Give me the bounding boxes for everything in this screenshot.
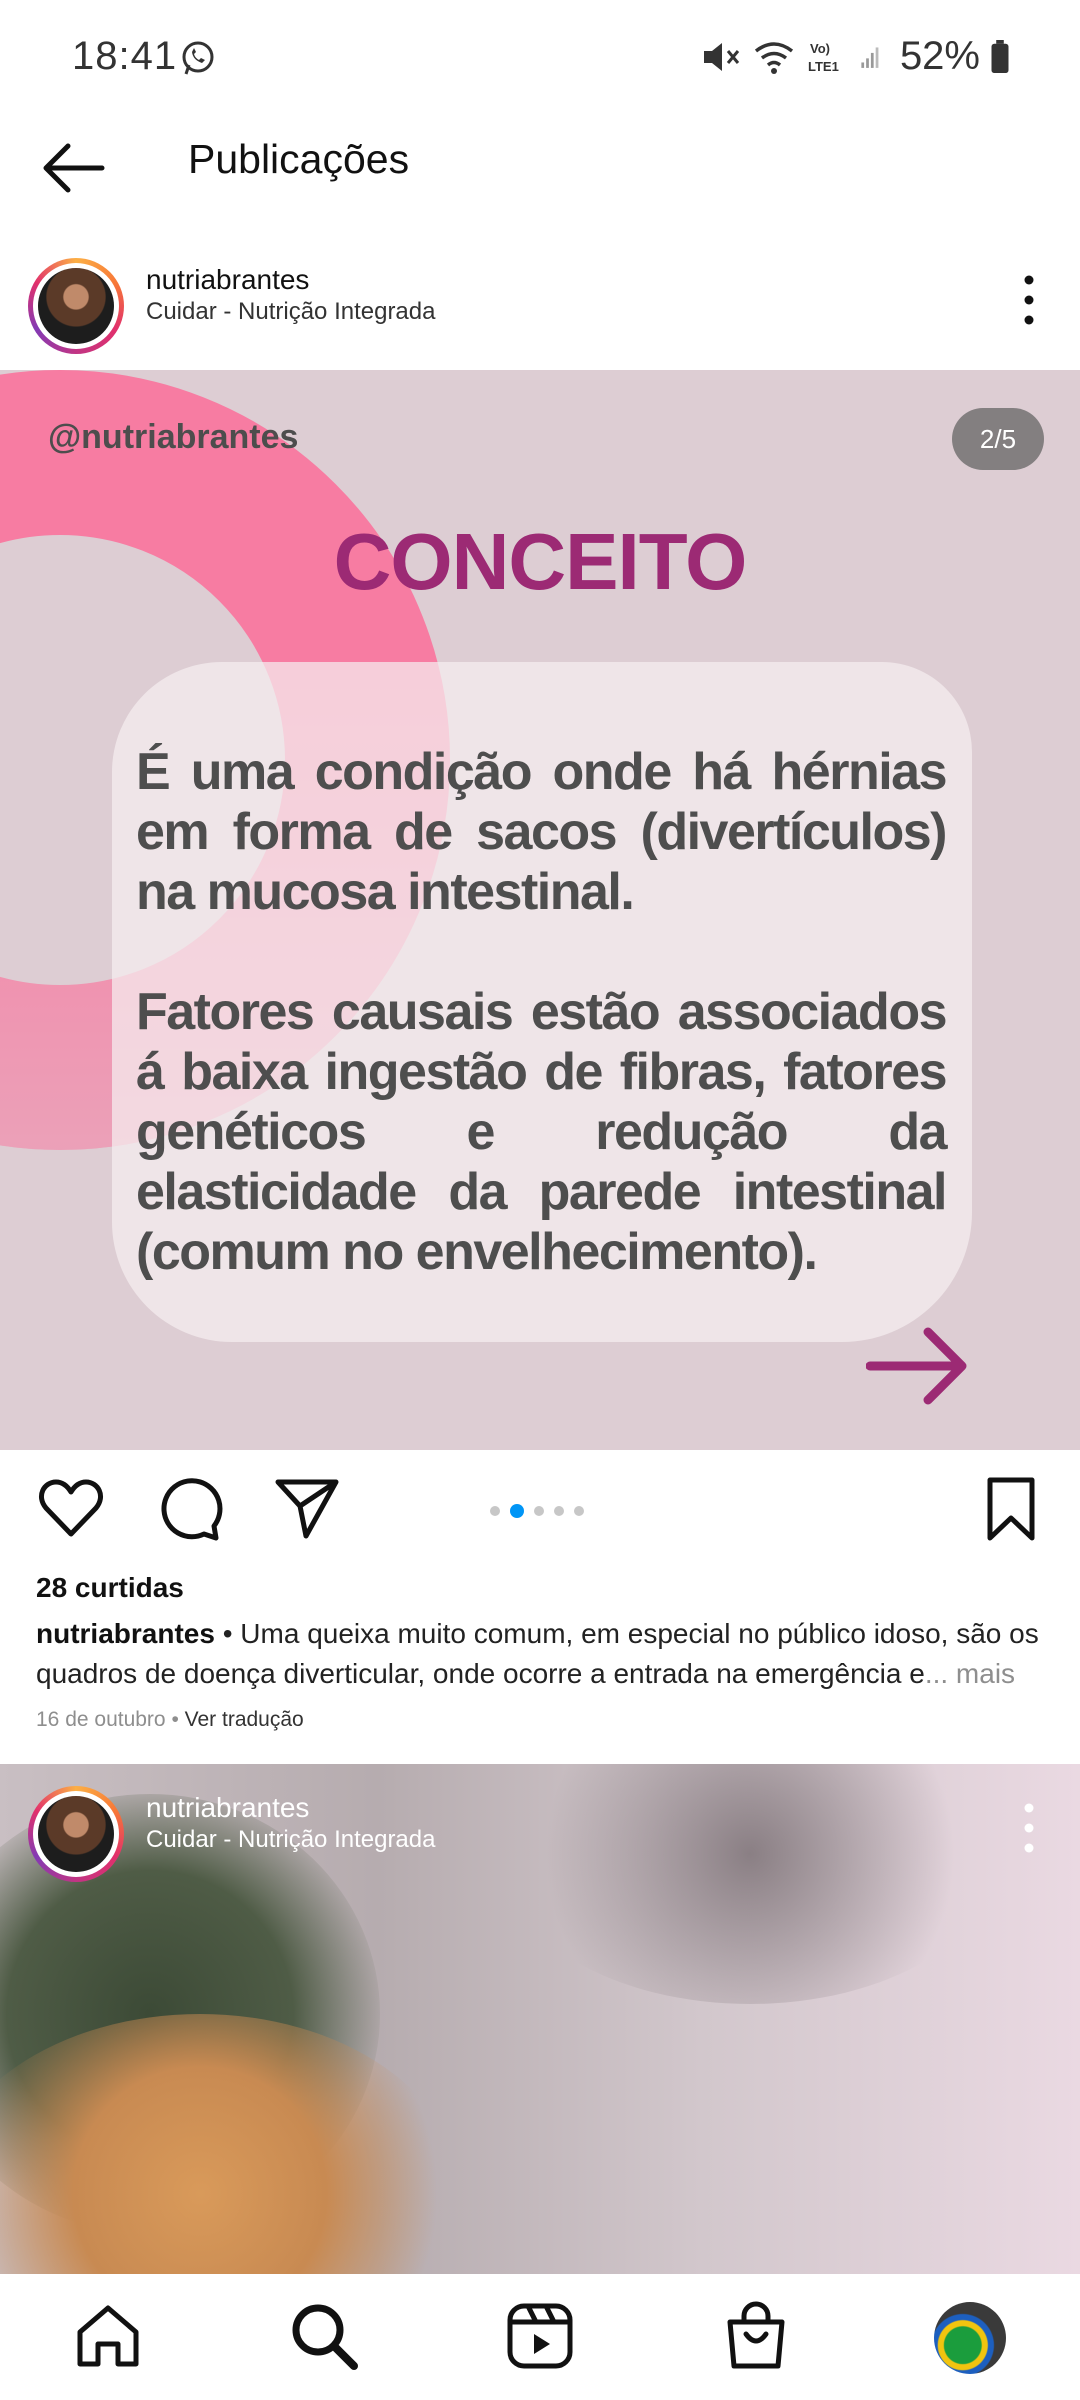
carousel-dot xyxy=(574,1506,584,1516)
slide-paragraph-1: É uma condição onde há hérnias em forma … xyxy=(136,743,948,921)
reels-icon[interactable] xyxy=(504,2300,576,2372)
mute-icon xyxy=(703,42,740,71)
shop-icon[interactable] xyxy=(720,2300,792,2372)
post-username[interactable]: nutriabrantes xyxy=(146,1792,309,1824)
back-arrow-icon[interactable] xyxy=(40,138,106,198)
post-date: 16 de outubro xyxy=(36,1708,166,1731)
slide-body: É uma condição onde há hérnias em forma … xyxy=(136,742,948,1282)
profile-avatar[interactable] xyxy=(934,2302,1006,2374)
heart-icon[interactable] xyxy=(36,1474,106,1544)
translate-link[interactable]: Ver tradução xyxy=(185,1708,304,1731)
post-image-carousel[interactable]: @nutriabrantes 2/5 CONCEITO É uma condiç… xyxy=(0,370,1080,1450)
share-icon[interactable] xyxy=(272,1474,342,1544)
avatar[interactable] xyxy=(28,1786,124,1882)
status-time: 18:41 xyxy=(72,34,178,78)
battery-icon xyxy=(991,39,1009,73)
whatsapp-icon xyxy=(182,41,214,75)
top-header: Publicações xyxy=(0,118,1080,218)
caption-more-link[interactable]: ... mais xyxy=(925,1658,1015,1689)
slide-handle: @nutriabrantes xyxy=(48,418,299,456)
next-arrow-icon xyxy=(866,1327,967,1405)
post-header: nutriabrantes Cuidar - Nutrição Integrad… xyxy=(0,236,1080,370)
home-icon[interactable] xyxy=(72,2300,144,2372)
carousel-dot xyxy=(490,1506,500,1516)
post-caption[interactable]: nutriabrantes • Uma queixa muito comum, … xyxy=(36,1614,1046,1694)
svg-text:Vo): Vo) xyxy=(810,41,830,56)
page-title: Publicações xyxy=(188,136,410,182)
bookmark-icon[interactable] xyxy=(976,1474,1046,1544)
avatar[interactable] xyxy=(28,258,124,354)
likes-count[interactable]: 28 curtidas xyxy=(36,1572,184,1604)
status-bar: 18:41 Vo) LTE1 52% xyxy=(0,0,1080,118)
caption-username[interactable]: nutriabrantes xyxy=(36,1618,215,1649)
battery-percent: 52% xyxy=(899,34,980,78)
carousel-dot-active xyxy=(510,1504,524,1518)
carousel-indicator xyxy=(490,1504,584,1518)
post-subtitle[interactable]: Cuidar - Nutrição Integrada xyxy=(146,298,435,326)
post-username[interactable]: nutriabrantes xyxy=(146,264,309,296)
carousel-dot xyxy=(534,1506,544,1516)
post-meta: 16 de outubro • Ver tradução xyxy=(36,1708,304,1731)
wifi-icon xyxy=(754,41,794,74)
post-actions xyxy=(0,1450,1080,1570)
status-right: Vo) LTE1 52% xyxy=(698,34,1010,79)
more-options-icon[interactable] xyxy=(1022,270,1036,330)
more-options-icon[interactable] xyxy=(1022,1798,1036,1858)
next-post[interactable]: nutriabrantes Cuidar - Nutrição Integrad… xyxy=(0,1764,1080,2274)
svg-text:LTE1: LTE1 xyxy=(808,59,839,74)
lte-icon: Vo) LTE1 xyxy=(808,41,839,74)
search-icon[interactable] xyxy=(288,2300,360,2372)
slide-paragraph-2: Fatores causais estão associados á baixa… xyxy=(136,983,948,1281)
signal-icon xyxy=(861,46,879,68)
post-subtitle[interactable]: Cuidar - Nutrição Integrada xyxy=(146,1826,435,1854)
slide-title: CONCEITO xyxy=(333,517,748,606)
carousel-dot xyxy=(554,1506,564,1516)
post-header: nutriabrantes Cuidar - Nutrição Integrad… xyxy=(0,1764,1080,1898)
comment-icon[interactable] xyxy=(154,1474,224,1544)
bottom-navigation xyxy=(0,2274,1080,2400)
slide-counter: 2/5 xyxy=(952,408,1044,470)
